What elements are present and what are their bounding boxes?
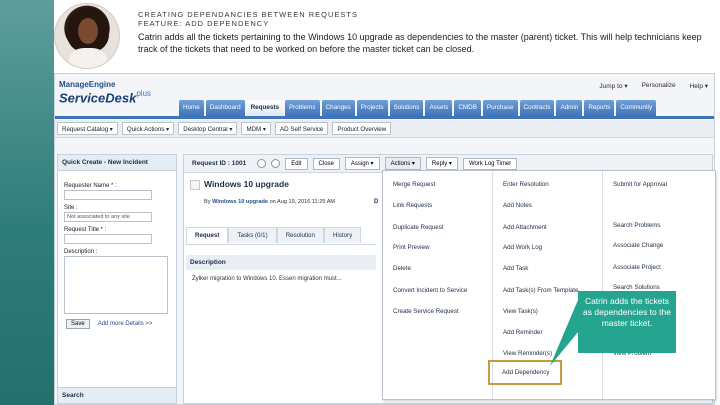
prev-request-icon[interactable] (257, 159, 267, 168)
quick-create-title: Quick Create - New Incident (58, 155, 176, 171)
site-label: Site : (64, 205, 78, 211)
actions-button[interactable]: Actions ▾ (384, 157, 421, 170)
request-meta: By Windows 10 upgrade on Aug 19, 2016 11… (204, 199, 336, 205)
add-work-log-item[interactable]: Add Work Log (503, 244, 542, 251)
search-solutions-item[interactable]: Search Solutions (613, 284, 660, 291)
description-header: Description (186, 255, 376, 270)
kicker: CREATING DEPENDANCIES BETWEEN REQUESTS (138, 10, 358, 19)
search-section-title: Search (58, 387, 176, 403)
add-task-item[interactable]: Add Task (503, 265, 528, 272)
tab-history[interactable]: History (323, 227, 362, 243)
tab-request[interactable]: Request (186, 227, 229, 243)
truncated-label: D (374, 199, 379, 205)
convert-incident-item[interactable]: Convert Incident to Service (393, 287, 467, 294)
jump-to-link[interactable]: Jump to ▾ (599, 82, 627, 90)
quick-create-panel: Quick Create - New Incident Requester Na… (57, 154, 177, 404)
feature-label: FEATURE: ADD DEPENDENCY (138, 19, 270, 28)
tab-assets[interactable]: Assets (425, 100, 453, 116)
request-subject: Windows 10 upgrade (190, 179, 289, 190)
desktop-central-button[interactable]: Desktop Central ▾ (178, 122, 238, 135)
nav-underline (55, 116, 714, 119)
add-notes-item[interactable]: Add Notes (503, 202, 532, 209)
add-tasks-from-template-item[interactable]: Add Task(s) From Template (503, 287, 578, 294)
toolbar: Request Catalog ▾ Quick Actions ▾ Deskto… (55, 120, 714, 138)
duplicate-request-item[interactable]: Duplicate Request (393, 224, 444, 231)
main-nav: Home Dashboard Requests Problems Changes… (179, 100, 657, 116)
tab-tasks[interactable]: Tasks (0/1) (228, 227, 277, 243)
tab-home[interactable]: Home (179, 100, 204, 116)
request-title-input[interactable] (64, 234, 152, 244)
presenter-avatar (54, 3, 120, 69)
request-title-label: Request Title * : (64, 227, 107, 233)
requester-link[interactable]: Windows 10 upgrade (212, 199, 268, 205)
assign-button[interactable]: Assign ▾ (344, 157, 380, 170)
tab-changes[interactable]: Changes (321, 100, 355, 116)
associate-change-item[interactable]: Associate Change (613, 242, 663, 249)
tab-community[interactable]: Community (616, 100, 657, 116)
mdm-button[interactable]: MDM ▾ (241, 122, 272, 135)
link-requests-item[interactable]: Link Requests (393, 202, 432, 209)
delete-item[interactable]: Delete (393, 265, 411, 272)
tab-reports[interactable]: Reports (584, 100, 615, 116)
submit-for-approval-item[interactable]: Submit for Approval (613, 181, 667, 188)
help-link[interactable]: Help ▾ (690, 82, 708, 90)
associate-project-item[interactable]: Associate Project (613, 264, 661, 271)
tab-solutions[interactable]: Solutions (389, 100, 424, 116)
tab-resolution[interactable]: Resolution (276, 227, 324, 243)
request-id: Request ID : 1001 (192, 160, 247, 167)
tab-problems[interactable]: Problems (284, 100, 320, 116)
top-links: Jump to ▾ Personalize Help ▾ (599, 82, 708, 90)
add-attachment-item[interactable]: Add Attachment (503, 224, 547, 231)
view-tasks-item[interactable]: View Task(s) (503, 308, 538, 315)
tabs-divider (186, 244, 376, 245)
enter-resolution-item[interactable]: Enter Resolution (503, 181, 549, 188)
actions-column-1: Merge Request Link Requests Duplicate Re… (383, 171, 493, 399)
add-dependency-item[interactable]: Add Dependency (502, 369, 549, 376)
quick-save-button[interactable]: Save (66, 319, 90, 329)
work-log-timer-button[interactable]: Work Log Timer (462, 157, 518, 170)
next-request-icon[interactable] (271, 159, 281, 168)
create-service-request-item[interactable]: Create Service Request (393, 308, 459, 315)
search-problems-item[interactable]: Search Problems (613, 222, 660, 229)
quick-actions-button[interactable]: Quick Actions ▾ (121, 122, 175, 135)
tab-contracts[interactable]: Contracts (519, 100, 555, 116)
merge-request-item[interactable]: Merge Request (393, 181, 435, 188)
header: CREATING DEPENDANCIES BETWEEN REQUESTS F… (138, 10, 708, 55)
add-more-details-link[interactable]: Add more Details >> (98, 321, 153, 327)
request-icon (190, 179, 200, 190)
tab-admin[interactable]: Admin (556, 100, 583, 116)
description-label: Description : (64, 249, 98, 255)
request-tabs: Request Tasks (0/1) Resolution History (186, 227, 362, 243)
tab-projects[interactable]: Projects (356, 100, 388, 116)
actions-column-3: Submit for Approval Search Problems Asso… (603, 171, 713, 399)
edit-button[interactable]: Edit (285, 157, 308, 170)
tab-requests[interactable]: Requests (246, 100, 283, 116)
requester-label: Requester Name * : (64, 183, 117, 189)
ad-self-service-button[interactable]: AD Self Service (275, 122, 329, 135)
personalize-link[interactable]: Personalize (642, 82, 676, 90)
reply-button[interactable]: Reply ▾ (425, 157, 458, 170)
slide-description: Catrin adds all the tickets pertaining t… (138, 32, 702, 54)
tab-dashboard[interactable]: Dashboard (205, 100, 245, 116)
site-select[interactable]: Not associated to any site (64, 212, 152, 222)
request-catalog-button[interactable]: Request Catalog ▾ (57, 122, 118, 135)
close-button[interactable]: Close (312, 157, 340, 170)
tab-purchase[interactable]: Purchase (482, 100, 518, 116)
description-body: Zylker migration to Windows 10. Essen mi… (192, 276, 342, 282)
slide: CREATING DEPENDANCIES BETWEEN REQUESTS F… (0, 0, 720, 405)
decorative-strip (0, 0, 54, 405)
callout-box: Catrin adds the tickets as dependencies … (578, 291, 676, 353)
description-textarea[interactable] (64, 256, 168, 314)
requester-input[interactable] (64, 190, 152, 200)
tab-cmdb[interactable]: CMDB (454, 100, 481, 116)
app-logo: ManageEngine ServiceDeskplus (59, 80, 152, 106)
add-reminder-item[interactable]: Add Reminder (503, 329, 543, 336)
print-preview-item[interactable]: Print Preview (393, 244, 429, 251)
product-overview-button[interactable]: Product Overview (332, 122, 392, 135)
